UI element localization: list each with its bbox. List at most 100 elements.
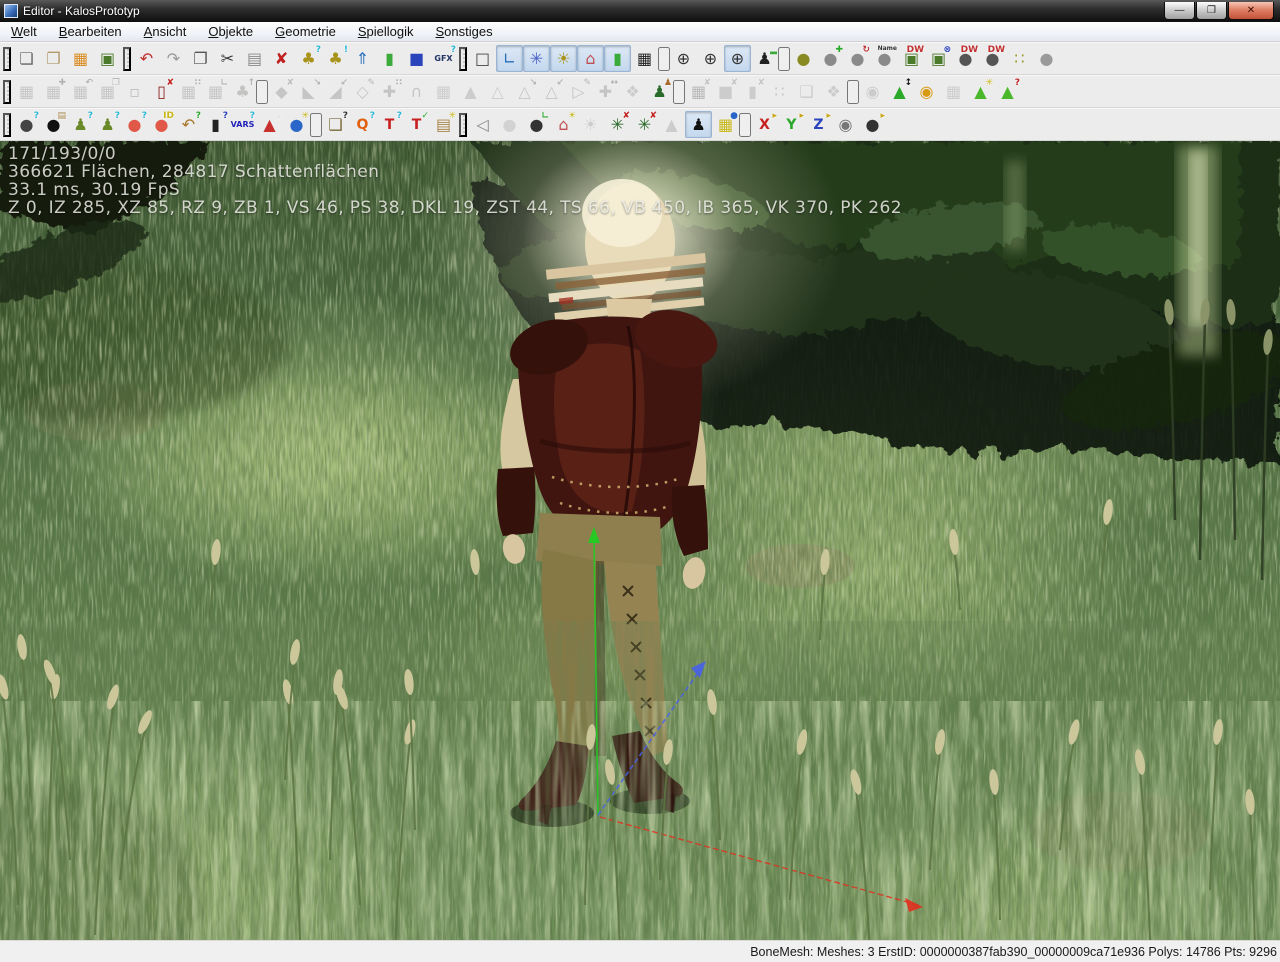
toolbar-button-portal-delete[interactable]: ▯✘ (148, 78, 175, 105)
toolbar-grip[interactable] (459, 113, 467, 137)
minimize-button[interactable]: — (1164, 2, 1195, 20)
toolbar-button-render-view[interactable]: ■ (403, 45, 430, 72)
toolbar-grip[interactable] (3, 113, 11, 137)
toolbar-button-grid-volume[interactable]: ▦✘ (685, 78, 712, 105)
toolbar-button-tri-split-b[interactable]: △↙ (538, 78, 565, 105)
toolbar-button-focus-selection[interactable]: ⊕ (697, 45, 724, 72)
toolbar-button-show-houses[interactable]: ⌂ (577, 45, 604, 72)
toolbar-button-face-outline[interactable]: ◇✎ (349, 78, 376, 105)
toolbar-button-sack-tool[interactable]: ❑ (793, 78, 820, 105)
toolbar-button-save-entity-x[interactable]: ▣⊗ (925, 45, 952, 72)
toolbar-button-show-objects[interactable]: ▮ (604, 45, 631, 72)
menu-item-bearbeiten[interactable]: Bearbeiten (48, 22, 133, 41)
toolbar-button-sphere-axes[interactable]: ●∟ (523, 111, 550, 138)
viewport-3d-scene[interactable]: 171/193/0/0366621 Flächen, 284817 Schatt… (0, 141, 1280, 940)
toolbar-grip[interactable] (3, 80, 11, 104)
toolbar-button-hills-faded[interactable]: ▲ (658, 111, 685, 138)
toolbar-button-entity-photo[interactable]: ●▤ (40, 111, 67, 138)
toolbar-button-entity-name[interactable]: ●Name (871, 45, 898, 72)
toolbar-button-arch-tool[interactable]: ∩ (403, 78, 430, 105)
toolbar-button-copy[interactable]: ❐ (187, 45, 214, 72)
toolbar-button-terrain-star[interactable]: ▲✳ (967, 78, 994, 105)
toolbar-button-bake-lighting[interactable]: ● (790, 45, 817, 72)
toolbar-button-open-folder[interactable]: ❐ (40, 45, 67, 72)
toolbar-button-cut[interactable]: ✂ (214, 45, 241, 72)
toolbar-button-tri-outline[interactable]: △ (484, 78, 511, 105)
toolbar-button-patch-undo[interactable]: ▦↶ (67, 78, 94, 105)
toolbar-button-entity-script-question[interactable]: ●? (13, 111, 40, 138)
toolbar-button-reload-entity-dw[interactable]: ●DW (979, 45, 1006, 72)
toolbar-button-sphere-faded[interactable]: ● (496, 111, 523, 138)
toolbar-button-delete[interactable]: ✘ (268, 45, 295, 72)
toolbar-button-show-axes[interactable]: ∟ (496, 45, 523, 72)
restore-button[interactable]: ❐ (1196, 2, 1227, 20)
menu-item-sonstiges[interactable]: Sonstiges (425, 22, 504, 41)
menu-item-objekte[interactable]: Objekte (197, 22, 264, 41)
toolbar-button-load-entity-dw[interactable]: ●DW (952, 45, 979, 72)
toolbar-button-patch-copy[interactable]: ▦❐ (94, 78, 121, 105)
toolbar-button-spread-arrows[interactable]: ✚↔ (592, 78, 619, 105)
toolbar-button-blob-merge[interactable]: ❖ (820, 78, 847, 105)
toolbar-button-point-pairs[interactable]: ∷ (766, 78, 793, 105)
toolbar-button-text-question[interactable]: T? (376, 111, 403, 138)
toolbar-button-save[interactable]: ▣ (94, 45, 121, 72)
toolbar-button-move-entity[interactable]: ●✚ (817, 45, 844, 72)
toolbar-button-text-check[interactable]: T✓ (403, 111, 430, 138)
toolbar-button-patch-add[interactable]: ▦✚ (40, 78, 67, 105)
toolbar-button-face-delete[interactable]: ◆✘ (268, 78, 295, 105)
toolbar-button-tree-exclamation[interactable]: ♣! (322, 45, 349, 72)
toolbar-button-npc-question-b[interactable]: ♟? (94, 111, 121, 138)
toolbar-button-swap-people[interactable]: ♟♟ (646, 78, 673, 105)
toolbar-button-beacon-markers[interactable]: ▲▲ (256, 111, 283, 138)
toolbar-button-face-shrink[interactable]: ◣↘ (295, 78, 322, 105)
toolbar-button-tri-split-a[interactable]: △↘ (511, 78, 538, 105)
toolbar-button-camera-axis-y[interactable]: Y▸ (778, 111, 805, 138)
toolbar-button-tile-palette[interactable]: ▦ (67, 45, 94, 72)
toolbar-button-wireframe-cube[interactable]: □ (469, 45, 496, 72)
menu-item-geometrie[interactable]: Geometrie (264, 22, 347, 41)
menu-item-ansicht[interactable]: Ansicht (133, 22, 198, 41)
toolbar-button-show-shadows[interactable]: ☀ (550, 45, 577, 72)
toolbar-button-block-volume[interactable]: ■✘ (712, 78, 739, 105)
toolbar-button-star-shadow[interactable]: ☀ (577, 111, 604, 138)
toolbar-button-patch-arrange[interactable]: ▦∷ (175, 78, 202, 105)
toolbar-button-insect-delete-b[interactable]: ✳✘ (631, 111, 658, 138)
toolbar-button-lit-sphere[interactable]: ●▸ (859, 111, 886, 138)
toolbar-button-house-light[interactable]: ⌂☀ (550, 111, 577, 138)
toolbar-button-journal[interactable]: ▤✳ (430, 111, 457, 138)
toolbar-button-terrain-question[interactable]: ▲? (994, 78, 1021, 105)
toolbar-button-patch-select[interactable]: ▦ (13, 78, 40, 105)
toolbar-button-world-star[interactable]: ●✳ (283, 111, 310, 138)
toolbar-button-npc-question-a[interactable]: ♟? (67, 111, 94, 138)
menu-item-spiellogik[interactable]: Spiellogik (347, 22, 425, 41)
toolbar-button-focus-world[interactable]: ⊕ (670, 45, 697, 72)
toolbar-button-undo[interactable]: ↶ (133, 45, 160, 72)
toolbar-button-sphere-preview[interactable]: ● (1033, 45, 1060, 72)
toolbar-button-patch-single[interactable]: ▫ (121, 78, 148, 105)
toolbar-button-roll-object[interactable]: ▮ (376, 45, 403, 72)
toolbar-button-insect-delete-a[interactable]: ✳✘ (604, 111, 631, 138)
toolbar-button-camera-axis-z[interactable]: Z▸ (805, 111, 832, 138)
toolbar-button-minimap[interactable]: ▦● (712, 111, 739, 138)
toolbar-button-link-entities[interactable]: ∷ (1006, 45, 1033, 72)
toolbar-button-new-file[interactable]: ❏ (13, 45, 40, 72)
toolbar-grip[interactable] (3, 47, 11, 71)
toolbar-button-poly-sphere[interactable]: ◉ (913, 78, 940, 105)
toolbar-button-mountain-tool[interactable]: ▲ (457, 78, 484, 105)
toolbar-button-boat-question[interactable]: ❑? (322, 111, 349, 138)
toolbar-button-grid-flatten[interactable]: ▦ (430, 78, 457, 105)
toolbar-button-vars-question[interactable]: VARS? (229, 111, 256, 138)
toolbar-button-face-move[interactable]: ✚∷ (376, 78, 403, 105)
toolbar-button-balloon-id[interactable]: ●ID (148, 111, 175, 138)
toolbar-button-mesh-sphere[interactable]: ◉ (859, 78, 886, 105)
toolbar-button-show-grid[interactable]: ▦ (631, 45, 658, 72)
toolbar-button-tree-question[interactable]: ♣? (295, 45, 322, 72)
toolbar-button-face-expand[interactable]: ◢↙ (322, 78, 349, 105)
toolbar-button-balloon-question[interactable]: ●? (121, 111, 148, 138)
toolbar-button-merge-shapes[interactable]: ❖ (619, 78, 646, 105)
toolbar-button-camera-axis-x[interactable]: X▸ (751, 111, 778, 138)
toolbar-button-save-entity-dw[interactable]: ▣DW (898, 45, 925, 72)
close-button[interactable]: ✕ (1228, 2, 1274, 20)
toolbar-button-cylinder-volume[interactable]: ▮✘ (739, 78, 766, 105)
toolbar-button-paste[interactable]: ▤ (241, 45, 268, 72)
